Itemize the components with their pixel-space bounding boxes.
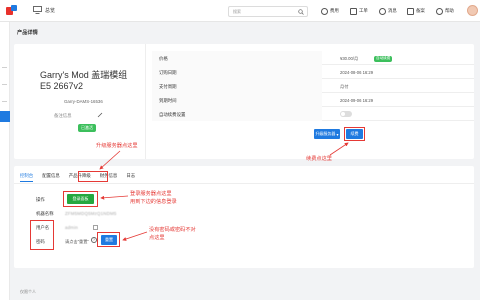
footer-text: 仅限个人 [20,289,36,294]
annotation-arrows [99,142,349,241]
